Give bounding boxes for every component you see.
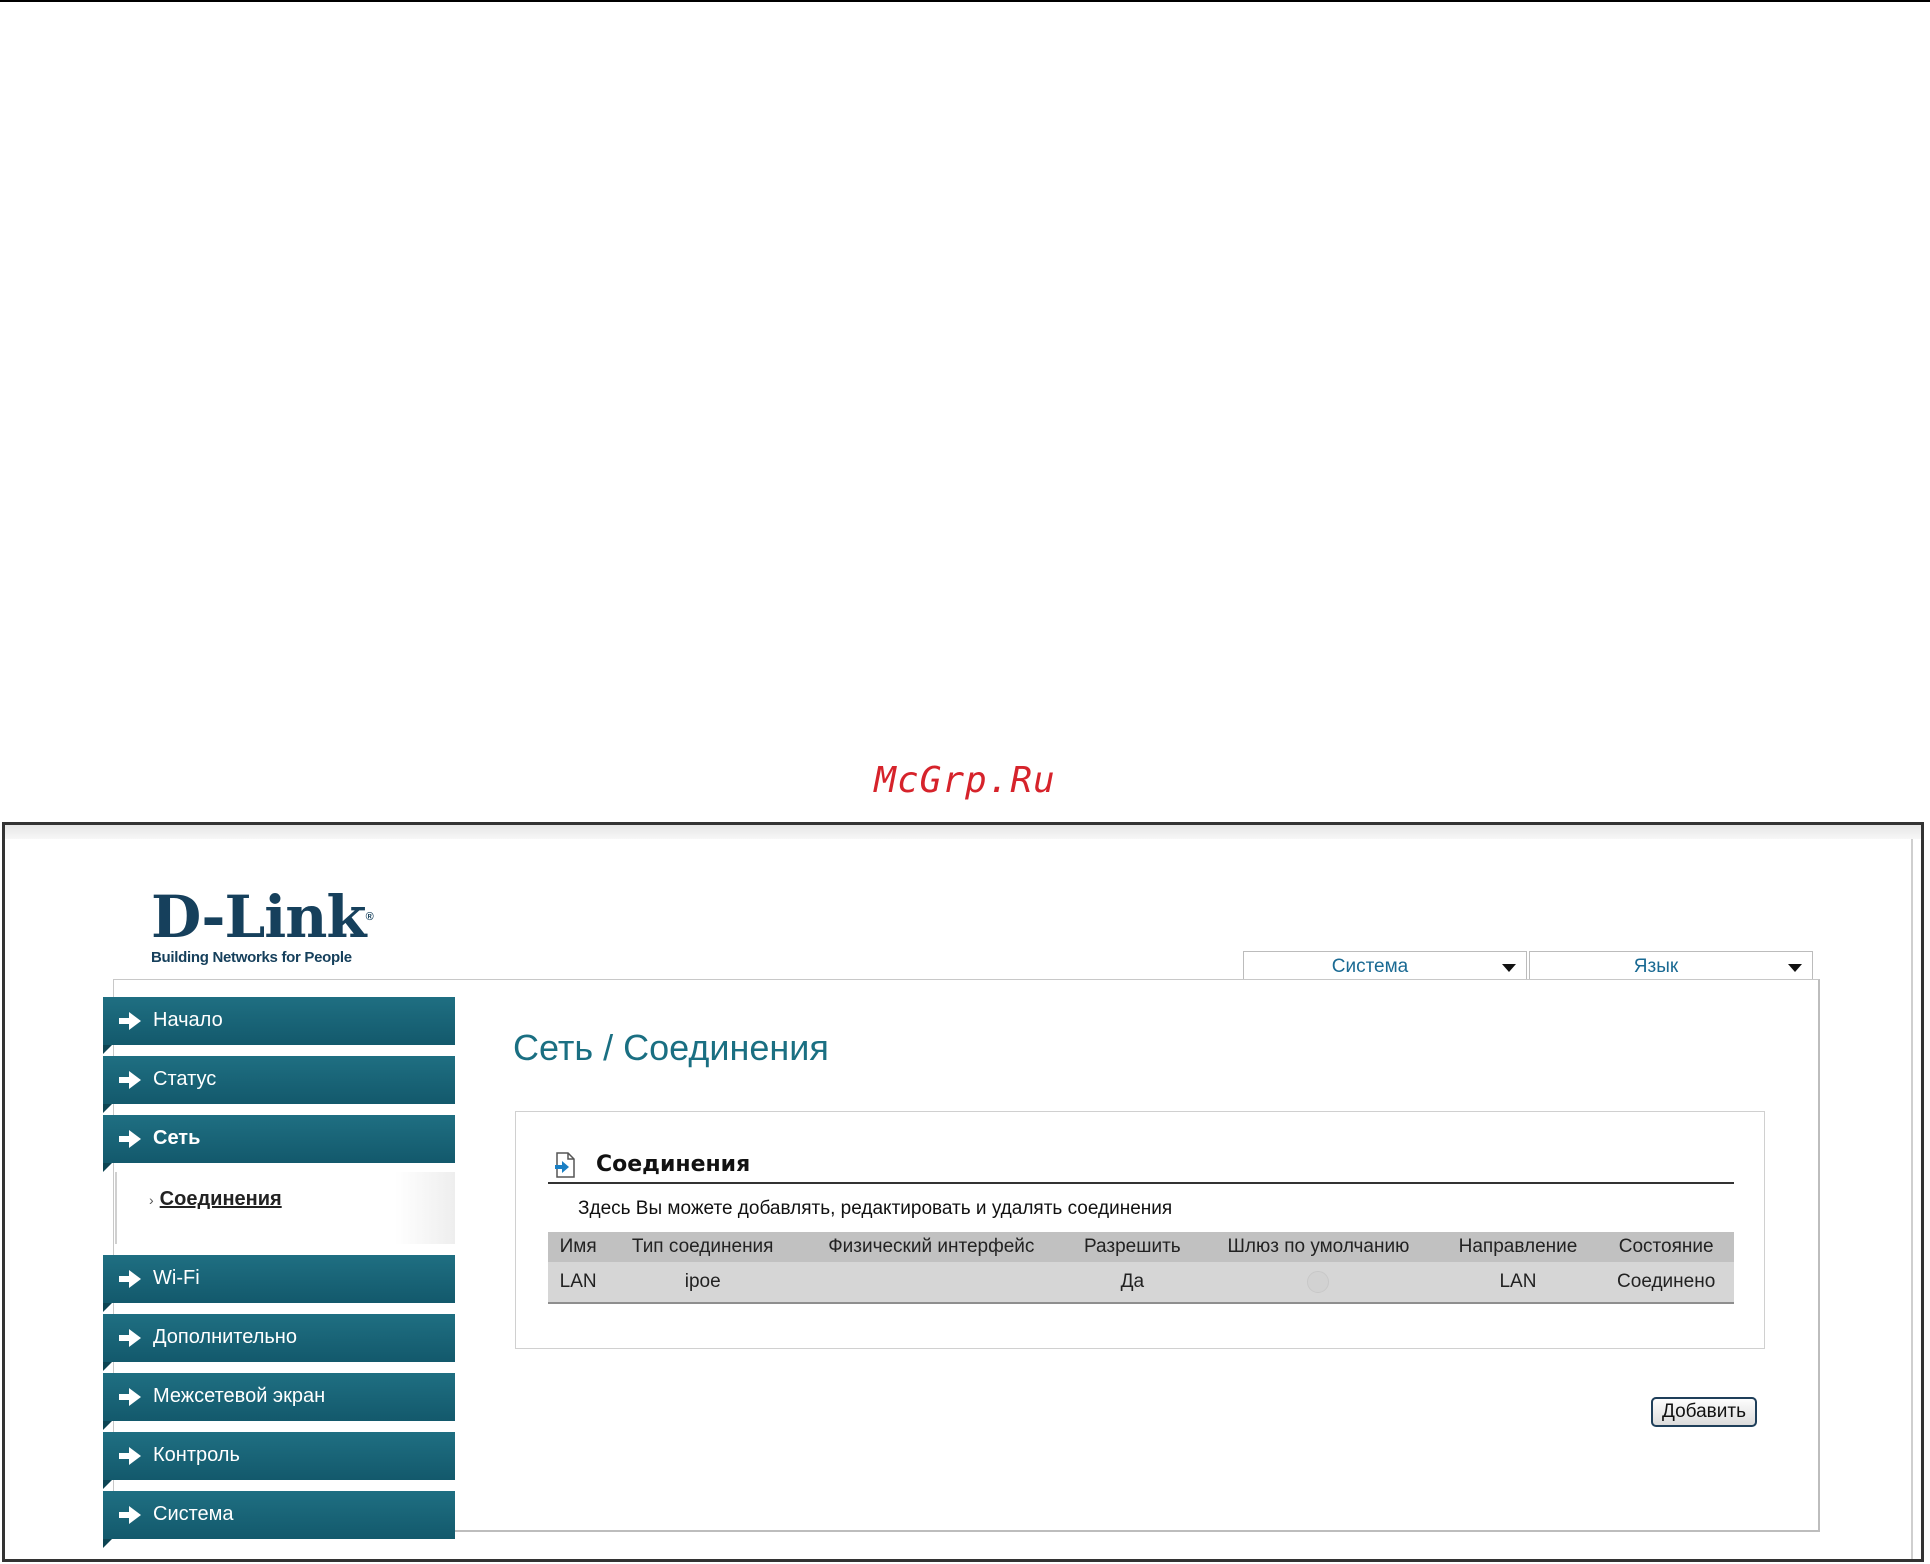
sidebar-item-wifi[interactable]: Wi-Fi [103,1255,455,1312]
table-header-row: Имя Тип соединения Физический интерфейс … [548,1232,1734,1262]
sidebar-item-advanced[interactable]: Дополнительно [103,1314,455,1371]
sidebar-item-label: Система [153,1503,234,1525]
window-top-bar [5,825,1921,839]
sidebar-item-label: Начало [153,1009,223,1031]
language-dropdown[interactable]: Язык [1529,951,1813,981]
cell-name: LAN [559,1271,597,1292]
sidebar: Начало Статус Сеть › Соединения Wi-Fi Доп… [103,997,455,1550]
sidebar-item-label: Wi-Fi [153,1267,200,1289]
dlink-logo: D-Link® Building Networks for People [151,883,374,966]
arrow-right-icon [119,1388,141,1406]
submenu-line [115,1172,117,1244]
table-row[interactable]: LAN ipoe Да LAN Соединено [548,1262,1734,1303]
column-header: Физический интерфейс [828,1236,1035,1257]
sidebar-item-firewall[interactable]: Межсетевой экран [103,1373,455,1430]
router-web-ui: D-Link® Building Networks for People Сис… [2,822,1924,1562]
watermark: McGrp.Ru [874,760,1056,801]
sidebar-item-label: Контроль [153,1444,240,1466]
cell-gateway [1199,1262,1437,1303]
logo-tagline: Building Networks for People [151,949,352,966]
add-button[interactable]: Добавить [1651,1397,1757,1427]
sidebar-item-control[interactable]: Контроль [103,1432,455,1489]
chevron-down-icon [1788,964,1802,972]
chevron-right-icon: › [149,1192,154,1208]
page-top-border [0,0,1930,2]
sidebar-submenu: › Соединения [103,1172,455,1244]
cell-state: Соединено [1617,1271,1716,1292]
arrow-right-icon [119,1506,141,1524]
column-header: Состояние [1618,1236,1714,1257]
panel-title: Соединения [596,1152,751,1177]
chevron-down-icon [1502,964,1516,972]
arrow-right-icon [119,1329,141,1347]
sidebar-item-label: Межсетевой экран [153,1385,326,1407]
system-dropdown-label: Система [1331,956,1409,977]
sidebar-item-network[interactable]: Сеть [103,1115,455,1172]
column-header: Направление [1458,1236,1578,1257]
sidebar-item-system[interactable]: Система [103,1491,455,1548]
document-arrow-icon [555,1152,575,1178]
sidebar-item-label: Сеть [153,1127,201,1149]
arrow-right-icon [119,1130,141,1148]
column-header: Разрешить [1083,1236,1181,1257]
sidebar-subitem-label: Соединения [159,1188,282,1210]
sidebar-subitem-connections[interactable]: › Соединения [149,1188,282,1211]
sidebar-item-status[interactable]: Статус [103,1056,455,1113]
cell-type: ipoe [684,1271,721,1292]
connections-panel: Соединения Здесь Вы можете добавлять, ре… [515,1111,1765,1349]
submenu-shade [395,1172,455,1244]
sidebar-item-label: Дополнительно [153,1326,297,1348]
page-title: Сеть / Соединения [513,1027,829,1068]
sidebar-item-label: Статус [153,1068,217,1090]
panel-description: Здесь Вы можете добавлять, редактировать… [578,1198,1173,1219]
logo-brand: D-Link® [151,883,374,951]
cell-enabled: Да [1120,1271,1145,1292]
default-gateway-radio[interactable] [1307,1270,1330,1293]
cell-direction: LAN [1499,1271,1537,1292]
language-dropdown-label: Язык [1633,956,1679,977]
sidebar-item-home[interactable]: Начало [103,997,455,1054]
arrow-right-icon [119,1270,141,1288]
connections-table: Имя Тип соединения Физический интерфейс … [548,1232,1734,1304]
arrow-right-icon [119,1012,141,1030]
cell-interface [797,1262,1065,1303]
right-divider [1911,839,1913,1559]
panel-header: Соединения [548,1152,1734,1184]
column-header: Шлюз по умолчанию [1227,1236,1410,1257]
system-dropdown[interactable]: Система [1243,951,1527,981]
arrow-right-icon [119,1447,141,1465]
column-header: Имя [559,1236,597,1257]
arrow-right-icon [119,1071,141,1089]
column-header: Тип соединения [631,1236,774,1257]
